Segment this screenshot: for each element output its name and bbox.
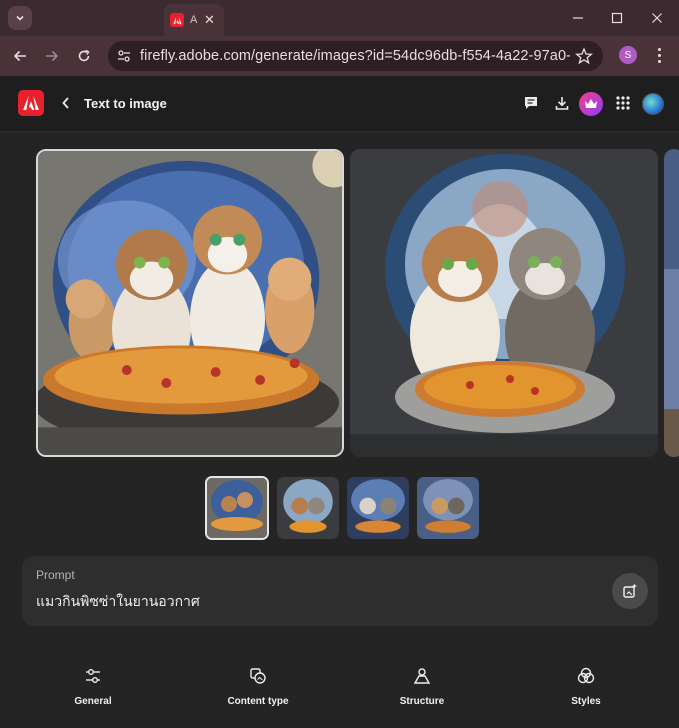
tool-styles[interactable]: Styles [541,666,631,707]
thumbnail-3[interactable] [347,477,409,539]
user-avatar[interactable] [642,93,664,115]
cats-pizza-space-image-3 [664,149,679,457]
cats-pizza-space-image-1 [38,151,342,455]
feedback-icon[interactable] [521,93,541,113]
back-arrow-icon[interactable] [9,45,31,67]
prompt-text[interactable]: แมวกินพิซซ่าในยานอวกาศ [36,591,200,613]
close-window-icon[interactable] [647,8,667,28]
adobe-favicon-icon [170,13,184,27]
tool-structure[interactable]: Structure [377,666,467,707]
sliders-icon [86,669,100,683]
back-chevron-icon[interactable] [60,95,72,111]
sparkle-image-icon [623,583,637,598]
prompt-suggestion-button[interactable] [612,573,648,609]
tool-label-general: General [74,696,112,707]
page-title: Text to image [84,96,167,111]
cats-pizza-space-image-2 [350,149,658,457]
tool-label-structure: Structure [399,696,445,707]
thumbnail-strip [205,476,479,540]
maximize-icon[interactable] [607,8,627,28]
address-bar[interactable]: firefly.adobe.com/generate/images?id=54d… [108,41,603,71]
tab-search-button[interactable] [8,6,32,30]
styles-icon [577,667,595,684]
browser-tab[interactable]: A ✕ [164,4,224,36]
url-text: firefly.adobe.com/generate/images?id=54d… [140,48,570,64]
structure-icon [413,668,431,684]
tool-label-content-type: Content type [227,696,289,707]
apps-grid-icon[interactable] [613,93,633,113]
chevron-down-icon [16,15,24,21]
browser-menu-icon[interactable] [652,46,666,64]
adobe-logo-icon[interactable] [18,90,44,116]
generated-image-2[interactable] [350,149,658,457]
tool-content-type[interactable]: Content type [213,666,303,707]
thumbnail-2[interactable] [277,477,339,539]
browser-window: A ✕ firefly.adobe.com/generate/images?id… [0,0,679,728]
tab-close-icon[interactable]: ✕ [204,12,215,28]
prompt-box[interactable]: Prompt แมวกินพิซซ่าในยานอวกาศ [22,556,658,626]
profile-avatar[interactable]: S [619,46,637,64]
tab-title: A [190,14,198,26]
thumbnail-1[interactable] [205,476,269,540]
minimize-icon[interactable] [568,8,588,28]
reload-icon[interactable] [73,45,95,67]
generated-image-3-partial[interactable] [664,149,679,457]
app-header: Text to image [0,76,679,132]
tab-strip: A ✕ [0,0,679,36]
bookmark-star-icon[interactable] [575,47,593,65]
premium-crown-icon[interactable] [579,92,603,116]
tool-label-styles: Styles [571,696,601,707]
download-icon[interactable] [552,93,572,113]
generated-image-1[interactable] [36,149,344,457]
tool-general[interactable]: General [48,666,138,707]
content-type-icon [250,668,266,684]
site-info-icon[interactable] [116,48,132,64]
browser-toolbar: firefly.adobe.com/generate/images?id=54d… [0,36,679,76]
thumbnail-4[interactable] [417,477,479,539]
prompt-label: Prompt [36,568,75,582]
forward-arrow-icon[interactable] [41,45,63,67]
